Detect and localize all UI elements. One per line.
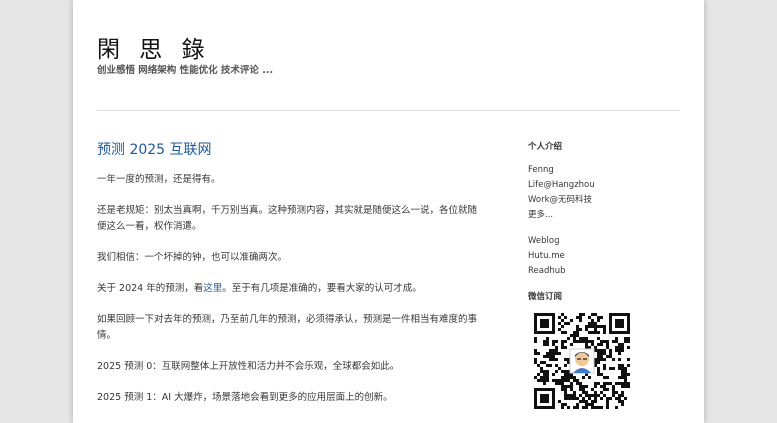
qr-code-icon (534, 313, 630, 409)
post-paragraph-3: 我们相信：一个坏掉的钟，也可以准确两次。 (97, 252, 288, 263)
sidebar-link-hutu[interactable]: Hutu.me (528, 249, 678, 264)
qr-finder-pattern (534, 313, 555, 334)
about-widget-title: 个人介绍 (528, 142, 563, 152)
paragraph-4-text-before: 关于 2024 年的预测，看 (97, 283, 204, 294)
previous-prediction-link[interactable]: 这里 (203, 283, 222, 294)
about-name: Fenng (528, 165, 554, 175)
about-location: Life@Hangzhou (528, 180, 595, 190)
post-paragraph-7: 2025 预测 1：AI 大爆炸，场景落地会看到更多的应用层面上的创新。 (97, 392, 393, 403)
sidebar-link-weblog[interactable]: Weblog (528, 234, 678, 249)
page-container: 閑 思 錄 创业感悟 网络架构 性能优化 技术评论 ... 预测 2025 互联… (73, 0, 704, 423)
qr-avatar-icon (569, 348, 595, 374)
post-paragraph-1: 一年一度的预测，还是得有。 (97, 174, 221, 185)
qr-finder-pattern (534, 388, 555, 409)
sidebar-link-readhub[interactable]: Readhub (528, 264, 678, 279)
qr-finder-pattern (609, 313, 630, 334)
paragraph-4-text-after: 。至于有几项是准确的，要看大家的认可才成。 (222, 283, 422, 294)
site-description: 创业感悟 网络架构 性能优化 技术评论 ... (97, 65, 274, 76)
wechat-widget-title: 微信订阅 (528, 292, 563, 302)
about-work: Work@无码科技 (528, 195, 593, 205)
header-divider (97, 110, 680, 111)
wechat-qr-code (534, 313, 630, 409)
post-paragraph-6: 2025 预测 0：互联网整体上开放性和活力并不会乐观，全球都会如此。 (97, 361, 400, 372)
post-title[interactable]: 预测 2025 互联网 (97, 139, 212, 159)
sidebar: 个人介绍 Fenng Life@Hangzhou Work@无码科技 更多...… (528, 140, 678, 409)
post-paragraph-4: 关于 2024 年的预测，看这里。至于有几项是准确的，要看大家的认可才成。 (97, 281, 483, 297)
post-content: 一年一度的预测，还是得有。 还是老规矩：别太当真啊，千万别当真。这种预测内容，其… (97, 172, 483, 421)
post-paragraph-5: 如果回顾一下对去年的预测，乃至前几年的预测，必须得承认，预测是一件相当有难度的事… (97, 314, 478, 341)
site-title[interactable]: 閑 思 錄 (97, 30, 211, 64)
post-paragraph-2: 还是老规矩：别太当真啊，千万别当真。这种预测内容，其实就是随便这么一说，各位就随… (97, 205, 478, 232)
about-more-link[interactable]: 更多... (528, 208, 678, 223)
